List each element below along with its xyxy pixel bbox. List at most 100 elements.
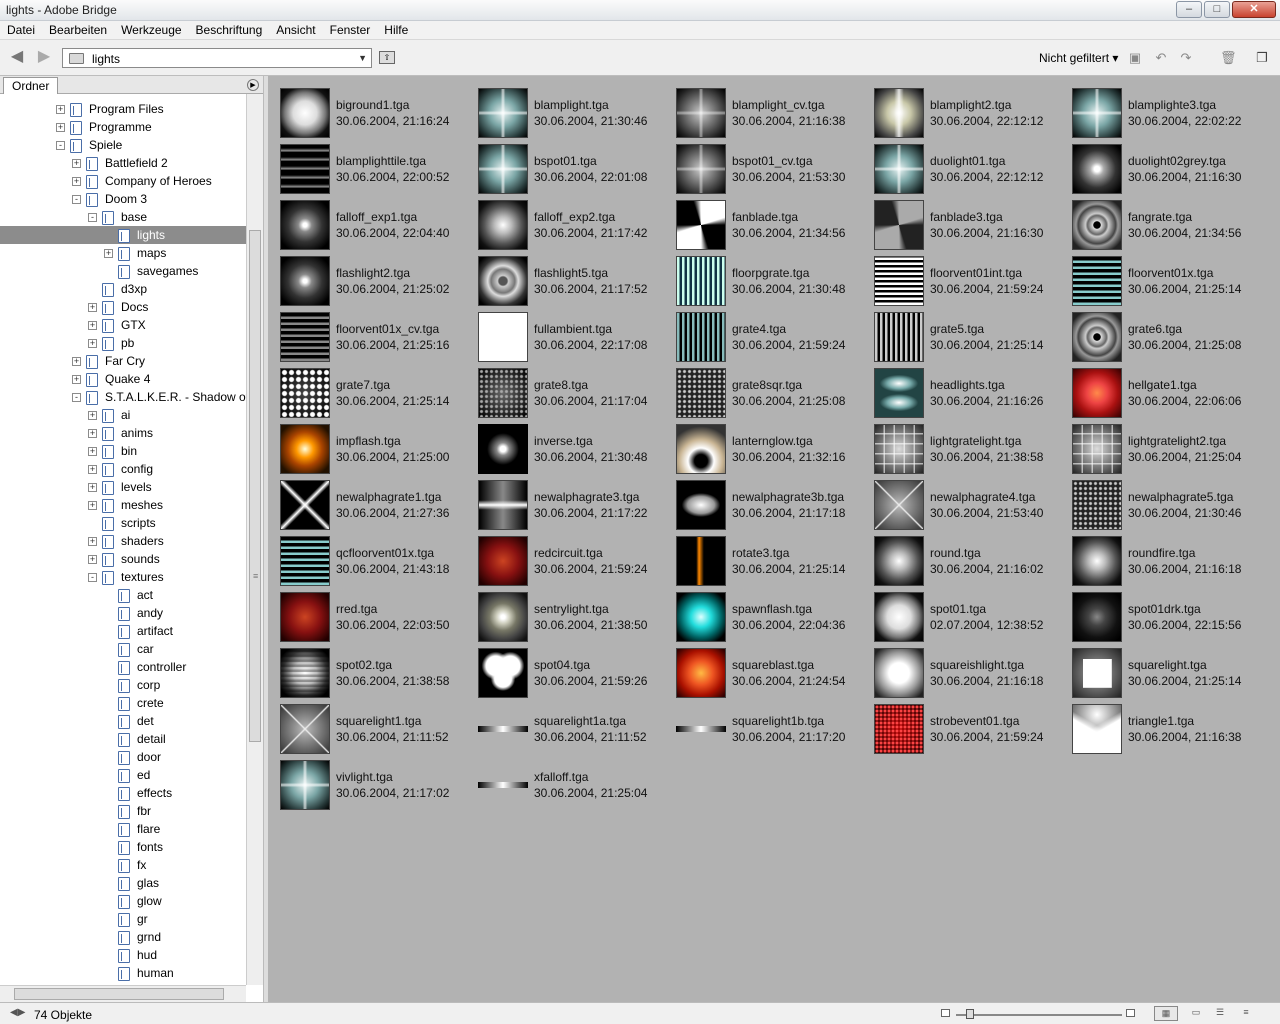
tree-node[interactable]: ed [0,766,246,784]
thumbnail-size-slider[interactable] [956,1014,1122,1016]
thumbnail-item[interactable]: squareishlight.tga 30.06.2004, 21:16:18 [862,636,1060,698]
menu-ansicht[interactable]: Ansicht [269,21,322,39]
thumbnail-item[interactable]: grate8sqr.tga 30.06.2004, 21:25:08 [664,356,862,418]
thumbnail-image[interactable] [1072,592,1122,642]
thumbnail-item[interactable]: newalphagrate4.tga 30.06.2004, 21:53:40 [862,468,1060,530]
thumbnail-item[interactable]: floorvent01int.tga 30.06.2004, 21:59:24 [862,244,1060,306]
expand-icon[interactable]: + [72,375,81,384]
thumbnail-item[interactable]: vivlight.tga 30.06.2004, 21:17:02 [268,748,466,810]
thumbnail-image[interactable] [874,536,924,586]
expand-icon[interactable]: + [56,105,65,114]
thumbnail-item[interactable]: fanblade3.tga 30.06.2004, 21:16:30 [862,188,1060,250]
thumbnail-item[interactable]: redcircuit.tga 30.06.2004, 21:59:24 [466,524,664,586]
tree-node[interactable]: grnd [0,928,246,946]
thumbnail-item[interactable]: grate4.tga 30.06.2004, 21:59:24 [664,300,862,362]
thumbnail-item[interactable]: flashlight2.tga 30.06.2004, 21:25:02 [268,244,466,306]
thumbnail-image[interactable] [280,144,330,194]
tree-node[interactable]: - Doom 3 [0,190,246,208]
parent-folder-icon[interactable]: ⇧ [379,51,395,64]
thumbnail-image[interactable] [874,256,924,306]
menu-fenster[interactable]: Fenster [323,21,378,39]
tree-node[interactable]: + Battlefield 2 [0,154,246,172]
tree-node[interactable]: artifact [0,622,246,640]
thumbnail-item[interactable]: spot01drk.tga 30.06.2004, 22:15:56 [1060,580,1258,642]
thumbnail-image[interactable] [1072,368,1122,418]
thumbnail-image[interactable] [874,648,924,698]
tree-node[interactable]: + GTX [0,316,246,334]
expand-icon[interactable]: + [88,447,97,456]
thumbnail-item[interactable]: squarelight1b.tga 30.06.2004, 21:17:20 [664,692,862,754]
thumbnail-image[interactable] [478,704,528,754]
thumbnail-image[interactable] [478,256,528,306]
tree-node[interactable]: flare [0,820,246,838]
thumbnail-item[interactable]: rotate3.tga 30.06.2004, 21:25:14 [664,524,862,586]
thumbnail-large-icon[interactable] [1126,1009,1135,1017]
thumbnail-image[interactable] [1072,144,1122,194]
thumbnail-image[interactable] [676,424,726,474]
thumbnail-item[interactable]: triangle1.tga 30.06.2004, 21:16:38 [1060,692,1258,754]
thumbnail-image[interactable] [478,200,528,250]
tree-node[interactable]: fx [0,856,246,874]
thumbnail-image[interactable] [478,424,528,474]
thumbnail-item[interactable]: biground1.tga 30.06.2004, 21:16:24 [268,76,466,138]
tree-node[interactable]: fbr [0,802,246,820]
thumbnail-item[interactable]: newalphagrate1.tga 30.06.2004, 21:27:36 [268,468,466,530]
thumbnail-item[interactable]: headlights.tga 30.06.2004, 21:16:26 [862,356,1060,418]
thumbnail-item[interactable]: fullambient.tga 30.06.2004, 22:17:08 [466,300,664,362]
thumbnail-image[interactable] [676,704,726,754]
tree-node[interactable]: crete [0,694,246,712]
thumbnail-image[interactable] [280,704,330,754]
expand-icon[interactable]: + [72,357,81,366]
thumbnail-item[interactable]: falloff_exp1.tga 30.06.2004, 22:04:40 [268,188,466,250]
thumbnail-item[interactable]: sentrylight.tga 30.06.2004, 21:38:50 [466,580,664,642]
thumbnail-image[interactable] [280,368,330,418]
thumbnail-item[interactable]: flashlight5.tga 30.06.2004, 21:17:52 [466,244,664,306]
close-button[interactable]: ✕ [1232,1,1276,18]
thumbnail-image[interactable] [280,424,330,474]
thumbnail-item[interactable]: lanternglow.tga 30.06.2004, 21:32:16 [664,412,862,474]
tree-node[interactable]: car [0,640,246,658]
menu-bearbeiten[interactable]: Bearbeiten [42,21,114,39]
thumbnail-image[interactable] [874,88,924,138]
tree-node[interactable]: controller [0,658,246,676]
expand-icon[interactable]: + [56,123,65,132]
thumbnail-item[interactable]: qcfloorvent01x.tga 30.06.2004, 21:43:18 [268,524,466,586]
thumbnail-item[interactable]: rred.tga 30.06.2004, 22:03:50 [268,580,466,642]
tree-horizontal-scrollbar[interactable] [0,985,246,1002]
tree-node[interactable]: + pb [0,334,246,352]
tree-node[interactable]: hud [0,946,246,964]
back-arrow-icon[interactable]: ◀ [8,49,26,65]
tree-node[interactable]: - Spiele [0,136,246,154]
thumbnail-item[interactable]: grate8.tga 30.06.2004, 21:17:04 [466,356,664,418]
thumbnail-image[interactable] [676,200,726,250]
thumbnail-image[interactable] [478,760,528,810]
dropdown-arrow-icon[interactable]: ▼ [358,53,367,63]
tree-node[interactable]: act [0,586,246,604]
thumbnail-item[interactable]: duolight02grey.tga 30.06.2004, 21:16:30 [1060,132,1258,194]
scrollbar-thumb[interactable] [14,988,224,1000]
thumbnail-item[interactable]: hellgate1.tga 30.06.2004, 22:06:06 [1060,356,1258,418]
expand-icon[interactable]: + [88,555,97,564]
thumbnail-item[interactable]: floorvent01x_cv.tga 30.06.2004, 21:25:16 [268,300,466,362]
thumbnail-image[interactable] [280,200,330,250]
scrollbar-thumb[interactable]: ≡ [249,230,261,742]
tree-node[interactable]: + config [0,460,246,478]
filter-dropdown[interactable]: Nicht gefiltert ▾ [1039,51,1118,65]
tree-node[interactable]: + meshes [0,496,246,514]
menu-beschriftung[interactable]: Beschriftung [189,21,270,39]
thumbnail-image[interactable] [1072,88,1122,138]
thumbnail-item[interactable]: strobevent01.tga 30.06.2004, 21:59:24 [862,692,1060,754]
thumbnail-item[interactable]: squarelight1.tga 30.06.2004, 21:11:52 [268,692,466,754]
thumbnail-item[interactable]: roundfire.tga 30.06.2004, 21:16:18 [1060,524,1258,586]
thumbnail-image[interactable] [1072,256,1122,306]
compact-mode-icon[interactable]: ❐ [1254,50,1270,66]
thumbnail-image[interactable] [478,592,528,642]
tree-node[interactable]: + Docs [0,298,246,316]
thumbnail-image[interactable] [1072,200,1122,250]
thumbnail-image[interactable] [874,704,924,754]
tree-node[interactable]: corp [0,676,246,694]
thumbnail-item[interactable]: floorpgrate.tga 30.06.2004, 21:30:48 [664,244,862,306]
tree-node[interactable]: + Far Cry [0,352,246,370]
trash-icon[interactable]: 🗑 [1220,50,1237,66]
thumbnail-item[interactable]: newalphagrate3b.tga 30.06.2004, 21:17:18 [664,468,862,530]
